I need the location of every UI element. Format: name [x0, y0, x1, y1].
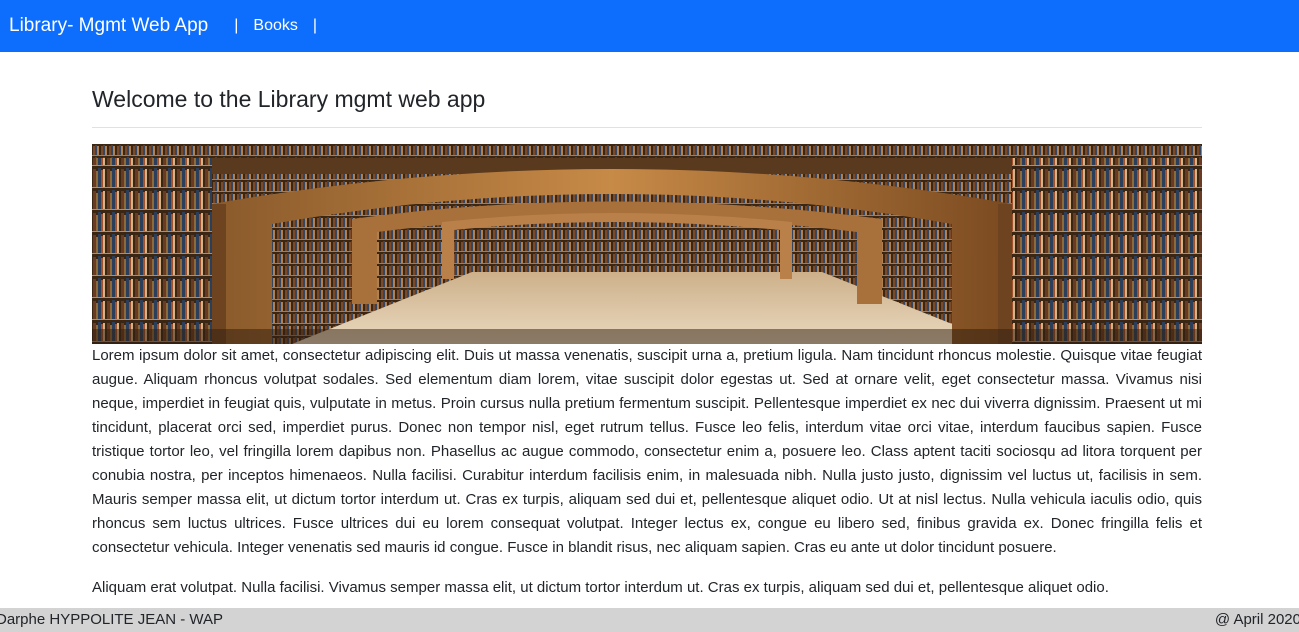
footer-date: @ April 2020: [1214, 611, 1299, 628]
library-interior-photo: [92, 144, 1202, 344]
nav-separator: |: [234, 17, 239, 34]
brand-link[interactable]: Library- Mgmt Web App: [9, 15, 208, 37]
page-title: Welcome to the Library mgmt web app: [92, 86, 486, 112]
nav-link-books[interactable]: Books: [253, 17, 297, 35]
second-paragraph: Aliquam erat volutpat. Nulla facilisi. V…: [92, 579, 1109, 596]
top-navbar: Library- Mgmt Web App | Books |: [0, 0, 1299, 52]
main-content: Welcome to the Library mgmt web app Lore…: [92, 52, 1202, 600]
library-hero-image: [92, 144, 1202, 344]
footer: Darphe HYPPOLITE JEAN - WAP @ April 2020: [0, 608, 1299, 632]
footer-author: Darphe HYPPOLITE JEAN - WAP: [0, 611, 224, 628]
intro-paragraph: Lorem ipsum dolor sit amet, consectetur …: [92, 347, 1202, 556]
title-divider: [92, 127, 1202, 128]
nav-separator: |: [312, 17, 318, 34]
